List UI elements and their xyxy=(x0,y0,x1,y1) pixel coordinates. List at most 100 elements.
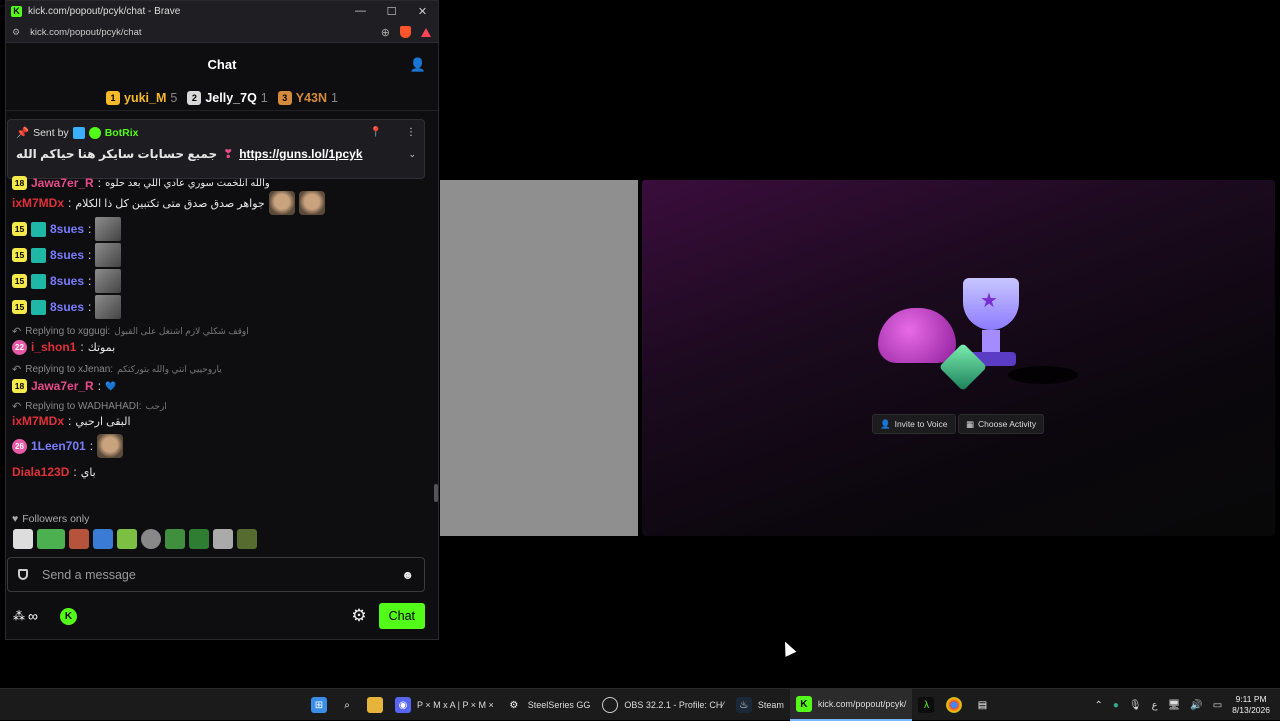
chat-input-box[interactable]: ☻ xyxy=(7,557,425,592)
username[interactable]: 8sues xyxy=(50,274,84,288)
clock[interactable]: 9:11 PM 8/13/2026 xyxy=(1232,694,1270,716)
tray-status-icon[interactable]: ● xyxy=(1113,700,1119,711)
emoji-picker-icon[interactable]: ☻ xyxy=(401,568,414,582)
start-button[interactable]: ⊞ xyxy=(305,689,333,721)
leaderboard-name: yuki_M xyxy=(124,90,167,105)
leaderboard-entry[interactable]: 2 Jelly_7Q 1 xyxy=(187,90,268,105)
username[interactable]: 1Leen701 xyxy=(31,439,86,453)
settings-gear-icon[interactable]: ⚙ xyxy=(351,606,366,626)
kick-coin-icon[interactable]: K xyxy=(59,607,77,625)
zoom-icon[interactable]: ⊕ xyxy=(381,26,390,39)
address-bar[interactable]: ⚙ kick.com/popout/pcyk/chat ⊕ xyxy=(6,22,438,43)
kick-logo-icon: K xyxy=(11,6,22,17)
unpin-icon[interactable]: 📍 xyxy=(370,127,382,138)
leaderboard-count: 1 xyxy=(260,90,268,105)
taskbar-app-label: OBS 32.2.1 - Profile: CH⁄ xyxy=(624,700,724,710)
lambda-icon: λ xyxy=(918,697,935,713)
reply-context[interactable]: ↶ Replying to WADHAHADI: ارحب xyxy=(12,399,427,413)
points-value: ∞ xyxy=(28,608,38,624)
quick-emote[interactable] xyxy=(141,529,161,549)
quick-emote[interactable] xyxy=(13,529,33,549)
brave-shields-icon[interactable] xyxy=(400,26,411,38)
message-input[interactable] xyxy=(42,567,372,582)
username[interactable]: 8sues xyxy=(50,248,84,262)
leaderboard-name: Y43N xyxy=(295,90,328,105)
username[interactable]: 8sues xyxy=(50,222,84,236)
quick-emote[interactable] xyxy=(37,529,65,549)
volume-icon[interactable]: 🔊 xyxy=(1190,700,1202,711)
subscriber-badge-icon xyxy=(31,221,46,237)
chevron-up-icon[interactable]: ⌃ xyxy=(1094,700,1102,711)
clock-date: 8/13/2026 xyxy=(1232,705,1270,715)
username[interactable]: Diala123D xyxy=(12,465,69,479)
username[interactable]: i_shon1 xyxy=(31,340,76,354)
network-icon[interactable]: 🖥 xyxy=(1168,700,1181,711)
window-titlebar[interactable]: K kick.com/popout/pcyk/chat - Brave — ☐ … xyxy=(6,1,438,22)
emote-image xyxy=(95,217,122,241)
minimize-button[interactable]: — xyxy=(345,5,376,18)
channel-points[interactable]: ⁂ ∞ xyxy=(13,608,38,624)
taskbar-app-obs[interactable]: OBS 32.2.1 - Profile: CH⁄ xyxy=(596,689,730,721)
subscriber-badge-icon xyxy=(31,247,46,263)
username[interactable]: Jawa7er_R xyxy=(31,379,94,393)
chevron-down-icon[interactable]: ⌄ xyxy=(408,149,416,160)
quick-emote[interactable] xyxy=(213,529,233,549)
message-text: والله انلخمت سوري عادي اللي بعد حلوه xyxy=(105,177,270,189)
quick-emote[interactable] xyxy=(189,529,209,549)
maximize-button[interactable]: ☐ xyxy=(376,5,407,18)
battery-icon[interactable]: ▭ xyxy=(1213,700,1222,711)
reply-arrow-icon: ↶ xyxy=(12,400,22,413)
leaderboard-entry[interactable]: 3 Y43N 1 xyxy=(277,90,338,105)
reply-text: ياروحييي انتي والله بتوركتكم xyxy=(117,363,222,374)
more-options-icon[interactable]: ⋮ xyxy=(406,127,416,138)
chat-footer: ⁂ ∞ K ⚙ Chat xyxy=(7,602,425,630)
username[interactable]: ixM7MDx xyxy=(12,196,64,210)
brave-rewards-icon[interactable] xyxy=(421,27,431,37)
taskbar-app-other[interactable]: ▤ xyxy=(968,689,996,721)
taskbar-app-label: SteelSeries GG xyxy=(527,700,591,710)
chat-scrollbar[interactable] xyxy=(434,484,438,502)
message-text: 💙 xyxy=(105,380,117,391)
microphone-icon[interactable]: 🎙 xyxy=(1129,700,1142,711)
users-icon[interactable]: 👤 xyxy=(410,57,426,73)
quick-emote[interactable] xyxy=(165,529,185,549)
obs-icon xyxy=(602,697,619,713)
emote-image xyxy=(268,191,295,215)
username[interactable]: ixM7MDx xyxy=(12,414,64,428)
pinned-link[interactable]: https://guns.lol/1pcyk xyxy=(239,147,362,161)
taskbar-app-discord[interactable]: ◉ P × M x A | P × M × xyxy=(389,689,500,721)
quick-emote[interactable] xyxy=(237,529,257,549)
username[interactable]: Jawa7er_R xyxy=(31,176,94,190)
url-text[interactable]: kick.com/popout/pcyk/chat xyxy=(30,27,141,38)
search-button[interactable]: ⌕ xyxy=(333,689,361,721)
reply-text: ارحب xyxy=(145,400,167,411)
activity-panel: ★ 👤 Invite to Voice ▦ Choose Activity xyxy=(642,180,1275,536)
level-badge: 15 xyxy=(12,274,27,288)
invite-to-voice-button[interactable]: 👤 Invite to Voice xyxy=(872,414,956,434)
chat-message: 18 Jawa7er_R: والله انلخمت سوري عادي الل… xyxy=(12,176,427,190)
chrome-icon xyxy=(946,697,963,713)
add-user-icon: 👤 xyxy=(880,418,891,429)
quick-emote[interactable] xyxy=(117,529,137,549)
emote-image xyxy=(95,269,122,293)
taskbar-app-steam[interactable]: ♨ Steam xyxy=(730,689,790,721)
reply-context[interactable]: ↶ Replying to xJenan: ياروحييي انتي والل… xyxy=(12,362,427,376)
bot-name[interactable]: BotRix xyxy=(105,127,139,139)
file-explorer-button[interactable] xyxy=(361,689,389,721)
taskbar-app-chrome[interactable] xyxy=(940,689,968,721)
reply-context[interactable]: ↶ Replying to xggugi: اوقف شكلي لازم اشت… xyxy=(12,324,427,338)
quick-emote[interactable] xyxy=(93,529,113,549)
site-settings-icon[interactable]: ⚙ xyxy=(12,27,20,38)
quick-emote[interactable] xyxy=(69,529,89,549)
choose-activity-button[interactable]: ▦ Choose Activity xyxy=(958,414,1045,434)
taskbar-app-kick[interactable]: K kick.com/popout/pcyk/ xyxy=(789,689,913,721)
username[interactable]: 8sues xyxy=(50,300,84,314)
input-language[interactable]: ع xyxy=(1152,700,1158,711)
leaderboard-entry[interactable]: 1 yuki_M 5 xyxy=(106,90,177,105)
subscriber-badge-icon xyxy=(31,273,46,289)
close-button[interactable]: ✕ xyxy=(407,5,438,18)
taskbar-app-label: Steam xyxy=(757,700,784,710)
taskbar-app-steelseries[interactable]: ⚙ SteelSeries GG xyxy=(500,689,597,721)
send-chat-button[interactable]: Chat xyxy=(378,603,425,629)
taskbar-app-terminal[interactable]: λ xyxy=(912,689,940,721)
